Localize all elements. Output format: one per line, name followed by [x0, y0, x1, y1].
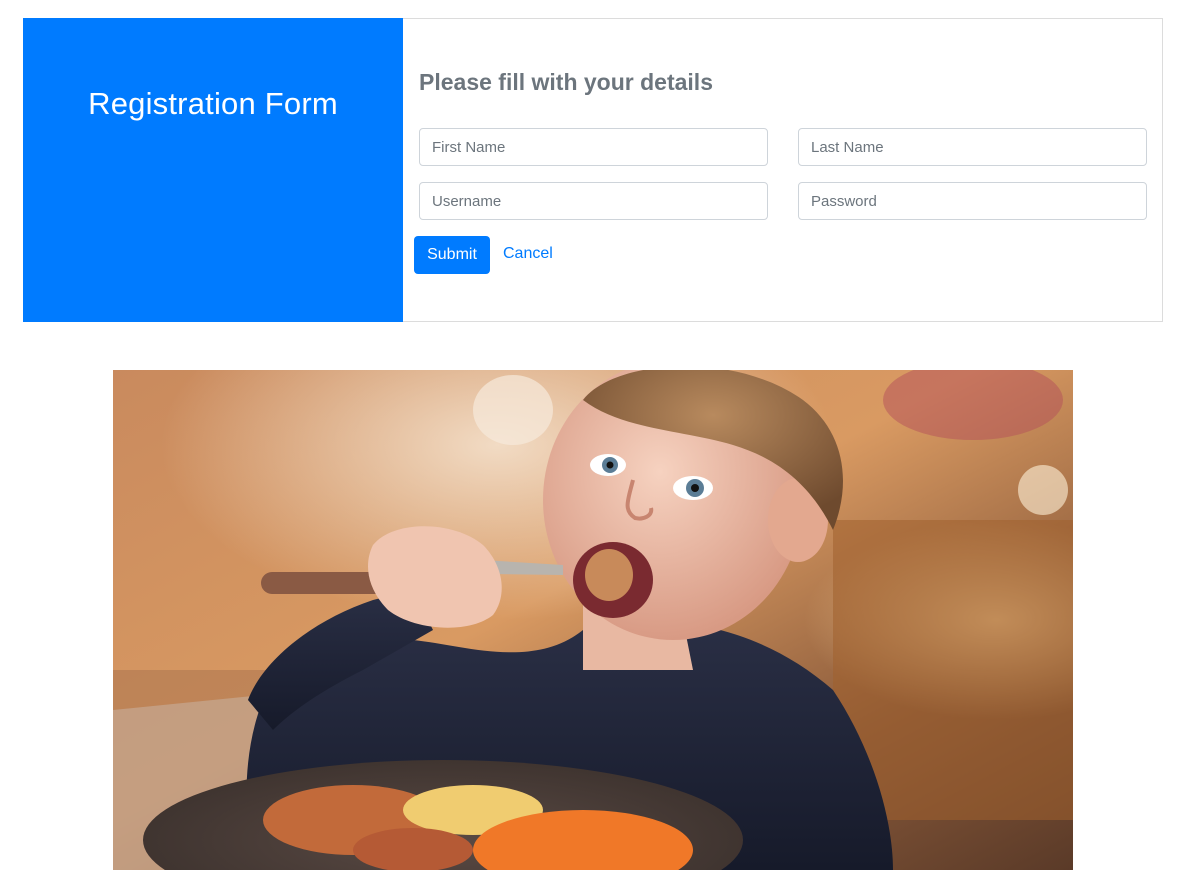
photo-illustration [113, 370, 1073, 870]
registration-side-panel: Registration Form [23, 18, 403, 322]
password-input[interactable] [798, 182, 1147, 220]
registration-form: Please fill with your details Submit Can… [403, 19, 1162, 321]
username-input[interactable] [419, 182, 768, 220]
registration-card: Registration Form Please fill with your … [23, 18, 1163, 322]
cancel-link[interactable]: Cancel [503, 245, 553, 263]
first-name-input[interactable] [419, 128, 768, 166]
last-name-input[interactable] [798, 128, 1147, 166]
child-eating-photo [113, 370, 1073, 870]
submit-button[interactable]: Submit [414, 236, 490, 274]
form-heading: Please fill with your details [419, 69, 713, 95]
registration-title: Registration Form [88, 86, 338, 121]
